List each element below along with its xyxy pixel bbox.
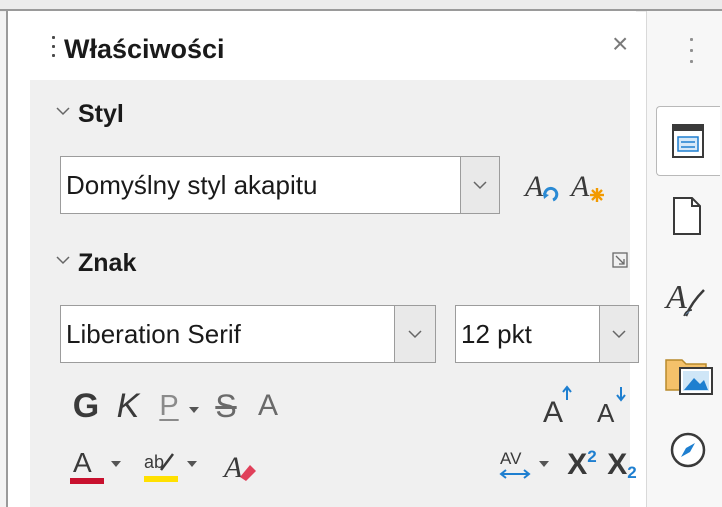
- font-name-combobox[interactable]: Liberation Serif: [60, 305, 396, 363]
- sidebar-tab-styles[interactable]: A: [664, 276, 710, 322]
- highlighting-color-button[interactable]: ab: [140, 440, 180, 490]
- shadow-label: A: [257, 389, 278, 422]
- chevron-down-icon: [56, 107, 70, 116]
- new-style-button[interactable]: A: [568, 164, 608, 208]
- properties-tab-icon: [672, 124, 704, 158]
- highlighting-color-icon: ab: [144, 452, 178, 482]
- svg-text:A: A: [569, 170, 590, 203]
- svg-text:A: A: [73, 447, 92, 478]
- font-color-button[interactable]: A: [66, 440, 106, 490]
- spacing-label: AV: [500, 449, 522, 468]
- navigator-tab-icon: [670, 432, 706, 468]
- bold-label: G: [72, 387, 100, 425]
- caret-down-icon: [189, 407, 199, 413]
- panel-drag-handle[interactable]: [52, 36, 56, 62]
- svg-text:A: A: [597, 398, 615, 426]
- caret-down-icon: [539, 461, 549, 467]
- font-name-dropdown-button[interactable]: [394, 305, 436, 363]
- sidebar-tab-properties[interactable]: [656, 106, 720, 176]
- svg-text:A: A: [664, 279, 687, 316]
- update-style-button[interactable]: A: [522, 164, 562, 208]
- font-size-combobox[interactable]: 12 pkt: [455, 305, 601, 363]
- font-color-icon: A: [70, 447, 104, 484]
- chevron-down-icon: [612, 330, 626, 339]
- chevron-down-icon: [56, 256, 70, 265]
- strikethrough-button[interactable]: S: [210, 384, 242, 428]
- chevron-down-icon: [408, 330, 422, 339]
- chevron-down-icon: [473, 181, 487, 190]
- underline-label: P: [159, 390, 179, 422]
- italic-button[interactable]: K: [112, 384, 144, 428]
- close-icon[interactable]: ×: [612, 28, 628, 60]
- section-styl-title: Styl: [78, 100, 124, 128]
- character-spacing-icon: AV: [499, 449, 531, 479]
- underline-button[interactable]: P: [154, 384, 184, 428]
- svg-text:A: A: [222, 451, 243, 484]
- update-style-icon: A: [523, 170, 559, 203]
- character-spacing-dropdown-button[interactable]: [536, 454, 552, 474]
- strikethrough-label: S: [215, 388, 237, 424]
- section-styl-header[interactable]: Styl: [56, 98, 124, 130]
- shadow-button[interactable]: A: [252, 384, 284, 428]
- more-options-icon[interactable]: [612, 252, 628, 268]
- caret-down-icon: [111, 461, 121, 467]
- panel-left-border: [6, 9, 8, 507]
- sidebar-tab-navigator[interactable]: [668, 430, 710, 472]
- subscript-mark: 2: [627, 463, 637, 482]
- properties-panel-body: [30, 80, 630, 507]
- sidebar-separator: [646, 11, 647, 507]
- panel-title: Właściwości: [64, 34, 225, 64]
- svg-text:A: A: [523, 170, 544, 203]
- gallery-tab-icon: [665, 359, 713, 395]
- superscript-button[interactable]: X2: [562, 440, 602, 490]
- increase-font-size-icon: A: [543, 385, 572, 426]
- font-color-dropdown-button[interactable]: [108, 454, 124, 474]
- section-znak-title: Znak: [78, 249, 137, 277]
- clear-direct-formatting-button[interactable]: A: [218, 440, 262, 490]
- superscript-mark: 2: [587, 447, 597, 466]
- clear-direct-formatting-icon: A: [222, 451, 256, 484]
- caret-down-icon: [187, 461, 197, 467]
- styles-tab-icon: A: [664, 279, 705, 317]
- increase-font-size-button[interactable]: A: [538, 380, 576, 428]
- bold-button[interactable]: G: [68, 384, 104, 428]
- sidebar-tab-gallery[interactable]: [664, 352, 718, 400]
- paragraph-style-dropdown-button[interactable]: [460, 156, 500, 214]
- page-tab-icon: [673, 197, 701, 235]
- decrease-font-size-button[interactable]: A: [592, 380, 630, 428]
- italic-label: K: [116, 387, 140, 425]
- subscript-button[interactable]: X2: [602, 440, 642, 490]
- paragraph-style-combobox[interactable]: Domyślny styl akapitu: [60, 156, 462, 214]
- font-size-dropdown-button[interactable]: [599, 305, 639, 363]
- sidebar-tab-page[interactable]: [670, 194, 706, 240]
- superscript-label: X: [567, 448, 588, 481]
- highlighting-dropdown-button[interactable]: [184, 454, 200, 474]
- section-znak-header[interactable]: Znak: [56, 247, 136, 279]
- sidebar-drag-handle[interactable]: [690, 38, 694, 68]
- character-spacing-button[interactable]: AV: [494, 440, 536, 490]
- underline-dropdown-button[interactable]: [186, 400, 202, 420]
- new-style-icon: A: [569, 170, 604, 203]
- decrease-font-size-icon: A: [597, 387, 626, 426]
- svg-text:A: A: [543, 396, 563, 426]
- subscript-label: X: [607, 448, 628, 481]
